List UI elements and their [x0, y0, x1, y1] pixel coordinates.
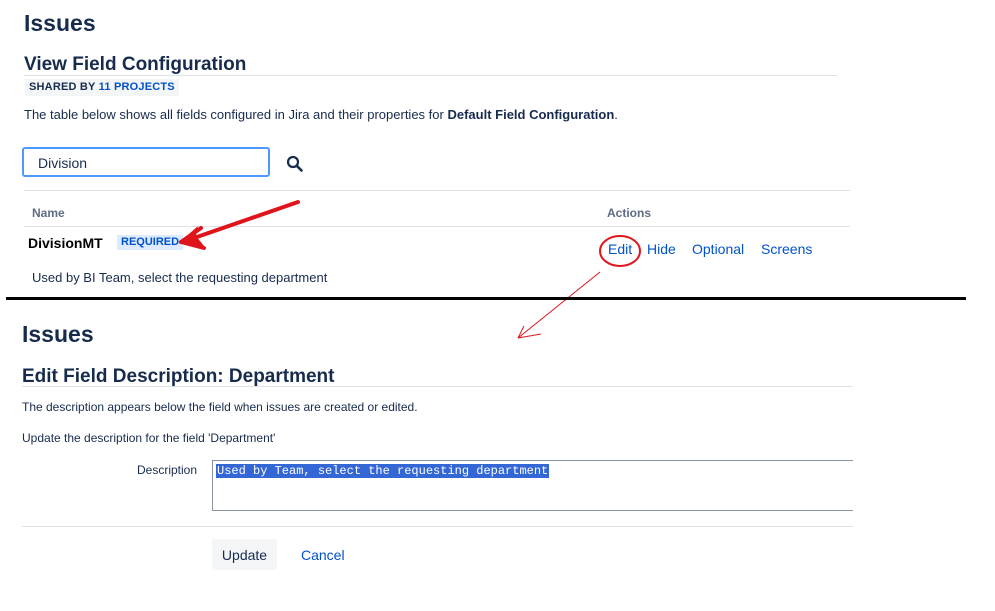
- description-textarea[interactable]: Used by Team, select the requesting depa…: [212, 460, 853, 511]
- update-button[interactable]: Update: [212, 539, 277, 570]
- form-divider: [22, 526, 853, 527]
- screenshot-divider: [6, 297, 966, 300]
- edit-instruction-text: Update the description for the field 'De…: [22, 431, 276, 445]
- edit-info-text: The description appears below the field …: [22, 400, 418, 414]
- description-selected-text[interactable]: Used by Team, select the requesting depa…: [216, 464, 550, 478]
- annotation-overlay: [179, 200, 641, 339]
- thin-arrow-annotation: [517, 271, 601, 339]
- edit-circle-annotation: [599, 235, 641, 267]
- edit-description-title: Edit Field Description: Department: [22, 366, 335, 387]
- edit-title-divider: [22, 386, 853, 387]
- red-arrow-annotation: [179, 200, 300, 250]
- page-title-2: Issues: [22, 321, 94, 347]
- cancel-link[interactable]: Cancel: [301, 547, 345, 563]
- description-label: Description: [137, 463, 198, 477]
